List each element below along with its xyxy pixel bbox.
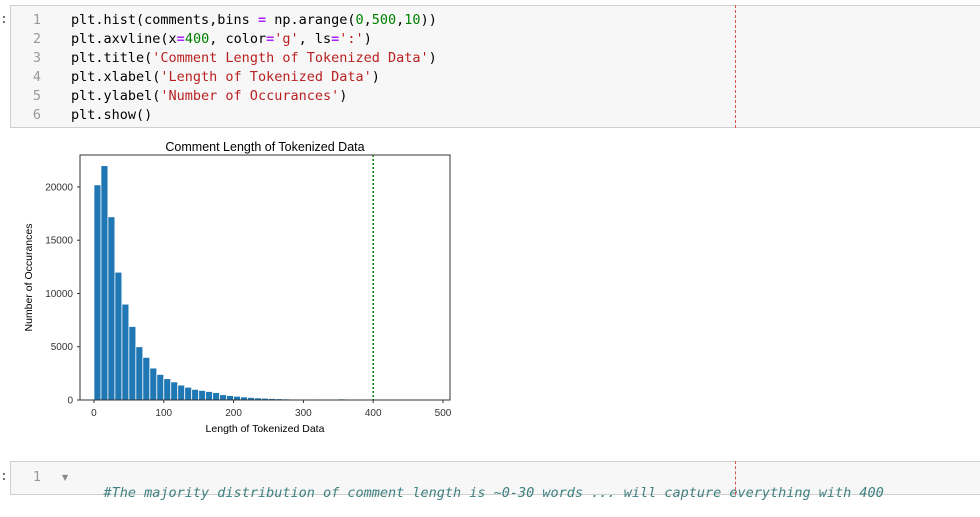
column-ruler [735, 5, 736, 128]
code-token: plt.show() [71, 107, 152, 123]
code-token: 0 [355, 12, 363, 28]
code-token: np.arange( [266, 12, 355, 28]
comment-line[interactable]: #The majority distribution of comment le… [71, 469, 884, 517]
code-token: plt.hist(comments,bins [71, 12, 258, 28]
code-token: , ls [299, 31, 332, 47]
code-line[interactable]: plt.show() [71, 107, 152, 123]
code-token: plt.ylabel( [71, 88, 160, 104]
column-ruler [735, 461, 736, 495]
histogram-bar [192, 389, 199, 400]
code-token: plt.xlabel( [71, 69, 160, 85]
code-token: 500 [372, 12, 396, 28]
code-line[interactable]: plt.xlabel('Length of Tokenized Data') [71, 69, 380, 85]
histogram-bar [220, 395, 227, 400]
x-axis-label: Length of Tokenized Data [206, 423, 325, 435]
x-tick-label: 200 [225, 408, 242, 419]
code-token: = [177, 31, 185, 47]
histogram-bar [199, 390, 206, 400]
histogram-bar [227, 396, 234, 400]
code-token: , [364, 12, 372, 28]
histogram-bar [213, 393, 220, 400]
line-number: 3 [11, 50, 41, 66]
line-number: 4 [11, 69, 41, 85]
histogram-bar [234, 396, 241, 400]
histogram-bar [129, 327, 136, 401]
y-tick-label: 20000 [45, 182, 73, 193]
histogram-bar [185, 387, 192, 400]
x-tick-label: 400 [365, 408, 382, 419]
code-token: ) [339, 88, 347, 104]
y-tick-label: 15000 [45, 236, 73, 247]
line-number: 5 [11, 88, 41, 104]
line-number-gutter: 1 2 3 4 5 6 [11, 6, 66, 127]
code-token: 10 [404, 12, 420, 28]
y-axis-label: Number of Occurances [23, 224, 35, 332]
code-line[interactable]: plt.title('Comment Length of Tokenized D… [71, 50, 437, 66]
histogram-bar [164, 379, 171, 400]
cell-1-prompt: : [0, 12, 8, 27]
x-tick-label: 100 [155, 408, 172, 419]
histogram-bar [171, 382, 178, 400]
x-tick-label: 300 [295, 408, 312, 419]
y-tick-label: 5000 [51, 342, 74, 353]
code-token: = [258, 12, 266, 28]
histogram-bar [94, 185, 101, 400]
code-token: ':' [339, 31, 363, 47]
histogram-bar [157, 374, 164, 400]
chart-title: Comment Length of Tokenized Data [165, 140, 364, 154]
line-number-gutter: 1 ▼ [11, 462, 66, 494]
code-line[interactable]: plt.axvline(x=400, color='g', ls=':') [71, 31, 372, 47]
x-tick-label: 0 [91, 408, 97, 419]
histogram-chart: Comment Length of Tokenized Data 0 100 200 3… [15, 135, 465, 440]
histogram-bar [115, 272, 122, 400]
histogram-bar [122, 304, 129, 400]
x-tick-label: 500 [435, 408, 452, 419]
code-line[interactable]: plt.ylabel('Number of Occurances') [71, 88, 347, 104]
line-number: 2 [11, 31, 41, 47]
code-token: ) [429, 50, 437, 66]
code-token: 'Number of Occurances' [160, 88, 339, 104]
histogram-bar [206, 391, 213, 400]
cell-2-prompt: : [0, 469, 8, 484]
code-token: 400 [185, 31, 209, 47]
code-token: 'Length of Tokenized Data' [160, 69, 371, 85]
code-cell-1[interactable]: 1 2 3 4 5 6 plt.hist(comments,bins = np.arang… [10, 5, 980, 128]
code-token: 'g' [274, 31, 298, 47]
code-token: plt.title( [71, 50, 152, 66]
code-token: ) [364, 31, 372, 47]
histogram-bar [143, 357, 150, 400]
code-token: 'Comment Length of Tokenized Data' [152, 50, 428, 66]
code-cell-2[interactable]: 1 ▼ #The majority distribution of commen… [10, 461, 980, 495]
y-tick-label: 10000 [45, 289, 73, 300]
comment-text: #The majority distribution of comment le… [104, 485, 884, 501]
line-number: 6 [11, 107, 41, 123]
code-token: )) [421, 12, 437, 28]
histogram-bar [136, 347, 143, 400]
fold-triangle-icon[interactable]: ▼ [62, 473, 68, 482]
y-tick-label: 0 [67, 396, 73, 407]
histogram-bar [101, 166, 108, 400]
line-number: 1 [11, 12, 41, 28]
histogram-bar [150, 368, 157, 400]
code-token: ) [372, 69, 380, 85]
line-number: 1 [11, 469, 41, 485]
code-token: , color [209, 31, 266, 47]
histogram-bar [108, 217, 115, 400]
histogram-bar [178, 385, 185, 400]
code-token: plt.axvline(x [71, 31, 177, 47]
code-line[interactable]: plt.hist(comments,bins = np.arange(0,500… [71, 12, 437, 28]
